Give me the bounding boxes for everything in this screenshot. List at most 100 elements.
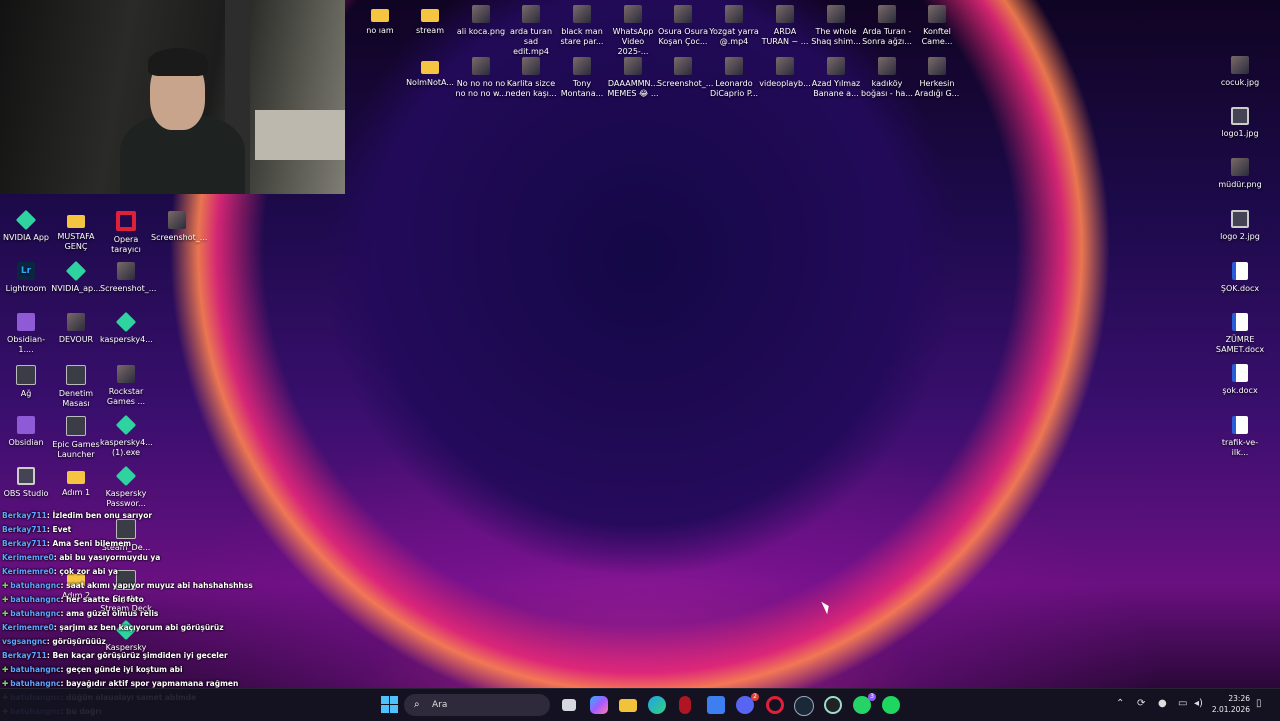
chevron-up-icon[interactable]: ⌃ bbox=[1116, 698, 1124, 709]
chat-text: : Ama Seni bilemem bbox=[46, 539, 132, 548]
desktop-icon[interactable]: arda turan sad edit.mp4 bbox=[505, 5, 557, 57]
desktop-icon[interactable]: stream bbox=[404, 5, 456, 36]
clock[interactable]: 23:26 2.01.2026 bbox=[1212, 693, 1250, 715]
desktop-icon[interactable]: trafik-ve-ilk... bbox=[1214, 416, 1266, 458]
chat-message: Berkay711: Ben kaçar görüşürüz şimdiden … bbox=[2, 649, 322, 663]
chat-username: Kerimemre0 bbox=[2, 567, 54, 576]
desktop-icon[interactable]: Tony Montana... bbox=[556, 57, 608, 99]
desktop-icon[interactable]: black man stare par... bbox=[556, 5, 608, 47]
desktop-icon[interactable]: şok.docx bbox=[1214, 364, 1266, 396]
desktop-icon[interactable]: müdür.png bbox=[1214, 158, 1266, 190]
desktop-icon[interactable]: OBS Studio bbox=[0, 467, 52, 499]
desktop-icon-label: Yozgat yarra @.mp4 bbox=[709, 27, 759, 46]
chat-username: batuhangnc bbox=[10, 595, 61, 604]
search-placeholder: Ara bbox=[432, 700, 448, 710]
folder-icon bbox=[67, 471, 85, 484]
desktop-icon[interactable]: Leonardo DiCaprio P... bbox=[708, 57, 760, 99]
search-box[interactable]: ⌕ Ara bbox=[404, 694, 550, 716]
desktop-icon[interactable]: Screenshot_... bbox=[151, 211, 207, 243]
whatsapp-icon[interactable]: 3 bbox=[853, 693, 876, 714]
file-icon bbox=[624, 5, 642, 23]
file-icon bbox=[827, 5, 845, 23]
microphone-icon[interactable]: ● bbox=[1158, 698, 1167, 709]
desktop-icon[interactable]: Kaspersky Passwor... bbox=[100, 465, 152, 509]
desktop-icon[interactable]: NVIDIA App bbox=[0, 209, 52, 243]
desktop-icon[interactable]: DAAAMMN... MEMES 😂 ... bbox=[607, 57, 659, 99]
taskbar: ⌕ Ara 2 3 ⌃ ⟳ ● ▭ ◂) 23:26 2.01.2026 ▯ bbox=[0, 688, 1280, 721]
opera-icon[interactable] bbox=[766, 696, 784, 714]
desktop-icon-label: Adım 1 bbox=[61, 488, 91, 497]
desktop-icon[interactable]: Screenshot_... bbox=[657, 57, 713, 89]
desktop-icon[interactable]: MUSTAFA GENÇ bbox=[50, 211, 102, 252]
desktop-icon[interactable]: The whole Shaq shim... bbox=[810, 5, 862, 47]
clock-date: 2.01.2026 bbox=[1211, 705, 1250, 714]
desktop-icon[interactable]: Yozgat yarra @.mp4 bbox=[708, 5, 760, 47]
notification-icon[interactable]: ▯ bbox=[1256, 698, 1262, 709]
file-icon bbox=[17, 467, 35, 485]
desktop-icon[interactable]: Konftel Came... bbox=[911, 5, 963, 47]
desktop-icon[interactable]: Ağ bbox=[0, 365, 52, 399]
desktop-icon[interactable]: Epic Games Launcher bbox=[50, 416, 102, 460]
mail-icon[interactable] bbox=[707, 696, 725, 714]
desktop-icon[interactable]: kadıköy boğası - ha... bbox=[861, 57, 913, 99]
file-icon bbox=[66, 416, 86, 436]
desktop-icon[interactable]: Adım 1 bbox=[50, 467, 102, 498]
chat-text: : ama güzel olmus relis bbox=[60, 609, 159, 618]
desktop-icon[interactable]: Arda Turan - Sonra ağzı... bbox=[861, 5, 913, 47]
chat-text: : geçen günde iyi koştum abi bbox=[60, 665, 183, 674]
desktop-icon[interactable]: Herkesin Aradığı G... bbox=[911, 57, 963, 99]
xbox-icon[interactable] bbox=[824, 696, 842, 714]
desktop-icon[interactable]: No no no no no no no w... bbox=[455, 57, 507, 99]
desktop-icon-label: kadıköy boğası - ha... bbox=[861, 79, 913, 98]
desktop-icon[interactable]: Osura Osura Koşan Çoc... bbox=[657, 5, 709, 47]
desktop-icon[interactable]: kaspersky4... bbox=[100, 311, 153, 345]
chat-message: Berkay711: İzledim ben onu sarıyor bbox=[2, 509, 322, 523]
file-icon bbox=[115, 311, 137, 333]
desktop-icon[interactable]: Lr Lightroom bbox=[0, 262, 52, 294]
desktop-icon[interactable]: WhatsApp Video 2025-... bbox=[607, 5, 659, 57]
steam-icon[interactable] bbox=[794, 696, 814, 716]
desktop-icon[interactable]: Opera tarayıcı bbox=[100, 211, 152, 255]
volume-icon[interactable]: ◂) bbox=[1194, 698, 1203, 709]
desktop-icon[interactable]: ali koca.png bbox=[455, 5, 507, 37]
desktop-icon[interactable]: Screenshot_... bbox=[100, 262, 156, 294]
desktop-icon[interactable]: kaspersky4... (1).exe bbox=[100, 414, 153, 458]
desktop-icon[interactable]: NVIDIA_ap... bbox=[50, 260, 102, 294]
discord-icon[interactable]: 2 bbox=[736, 693, 759, 714]
sync-icon[interactable]: ⟳ bbox=[1137, 698, 1145, 709]
desktop-icon[interactable]: ARDA TURAN ~ ... bbox=[759, 5, 811, 47]
file-icon bbox=[624, 57, 642, 75]
edge-icon[interactable] bbox=[648, 696, 666, 714]
desktop-icon[interactable]: logo 2.jpg bbox=[1214, 210, 1266, 242]
app-red-icon[interactable] bbox=[679, 696, 691, 714]
desktop-icon[interactable]: cocuk.jpg bbox=[1214, 56, 1266, 88]
file-explorer-icon[interactable] bbox=[619, 699, 637, 712]
desktop-icon[interactable]: Denetim Masası bbox=[50, 365, 102, 409]
desktop-icon-label: Denetim Masası bbox=[58, 389, 94, 408]
copilot-icon[interactable] bbox=[590, 696, 608, 714]
desktop-icon[interactable]: videoplayb... bbox=[759, 57, 811, 89]
desktop-icon[interactable]: ZÜMRE SAMET.docx bbox=[1214, 313, 1266, 355]
desktop-icon[interactable]: logo1.jpg bbox=[1214, 107, 1266, 139]
webcam-overlay bbox=[0, 0, 345, 194]
file-icon bbox=[522, 5, 540, 23]
file-icon bbox=[1231, 210, 1249, 228]
desktop-icon[interactable]: Azad Yılmaz Banane a... bbox=[810, 57, 862, 99]
desktop-icon[interactable]: NolmNotA... bbox=[404, 57, 456, 88]
subscriber-badge-icon: ✚ bbox=[2, 609, 9, 618]
network-icon[interactable]: ▭ bbox=[1178, 698, 1187, 709]
document-icon bbox=[1232, 364, 1248, 382]
file-icon bbox=[725, 5, 743, 23]
desktop-icon[interactable]: Obsidian-1.... bbox=[0, 313, 52, 355]
desktop-icon[interactable]: ŞOK.docx bbox=[1214, 262, 1266, 294]
desktop-icon[interactable]: Rockstar Games ... bbox=[100, 365, 152, 407]
desktop-icon[interactable]: DEVOUR bbox=[50, 313, 102, 345]
desktop-icon-label: ali koca.png bbox=[456, 27, 506, 36]
spotify-icon[interactable] bbox=[882, 696, 900, 714]
desktop-icon[interactable]: Obsidian bbox=[0, 416, 52, 448]
task-view-icon[interactable] bbox=[562, 699, 576, 711]
chat-username: Kerimemre0 bbox=[2, 553, 54, 562]
desktop-icon[interactable]: no ıam bbox=[354, 5, 406, 36]
start-button[interactable] bbox=[381, 696, 399, 714]
desktop-icon[interactable]: Karlita sizce neden kaşı... bbox=[505, 57, 557, 99]
